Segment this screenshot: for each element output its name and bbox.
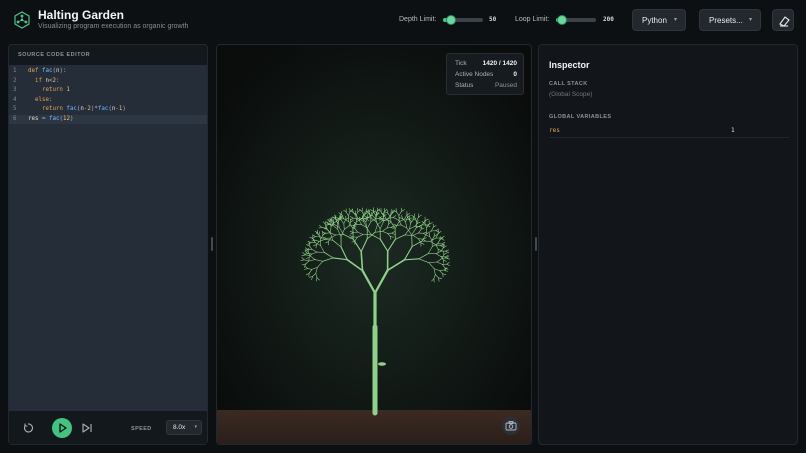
depth-limit-knob[interactable] — [446, 15, 456, 25]
garden-scene — [217, 45, 531, 444]
presets-label: Presets... — [709, 15, 743, 25]
active-nodes-label: Active Nodes — [455, 71, 494, 78]
line-number: 4 — [13, 96, 17, 103]
depth-limit-label: Depth Limit: — [399, 16, 437, 23]
depth-limit-value: 50 — [489, 16, 497, 23]
chevron-down-icon: ▾ — [194, 424, 197, 430]
play-icon — [59, 423, 67, 433]
step-forward-icon[interactable] — [81, 422, 93, 434]
tick-row: Tick 1420 / 1420 — [455, 60, 517, 70]
snapshot-button[interactable] — [502, 417, 520, 435]
loop-limit-value: 200 — [603, 16, 614, 23]
leaf — [378, 362, 386, 366]
line-number: 5 — [13, 106, 17, 112]
play-button[interactable] — [52, 418, 72, 438]
line-number: 6 — [13, 115, 17, 122]
variable-row: res 1 — [549, 127, 789, 137]
clear-button[interactable] — [772, 9, 794, 31]
resize-handle-left[interactable] — [211, 237, 213, 251]
editor-heading: SOURCE CODE EDITOR — [18, 52, 91, 58]
global-variables-heading: GLOBAL VARIABLES — [549, 114, 612, 120]
depth-limit-slider[interactable] — [443, 15, 483, 25]
resize-handle-right[interactable] — [535, 237, 537, 251]
inspector-title: Inspector — [549, 60, 590, 70]
source-editor-panel: SOURCE CODE EDITOR 1 def fac(n): 2 if n<… — [8, 44, 208, 445]
chevron-down-icon: ▾ — [748, 17, 752, 23]
speed-label: SPEED — [131, 426, 152, 432]
variable-value: 1 — [731, 127, 735, 134]
language-value: Python — [642, 15, 667, 25]
inspector-panel: Inspector CALL STACK (Global Scope) GLOB… — [538, 44, 798, 445]
code-line[interactable]: 5 return fac(n-2)*fac(n-1) — [9, 105, 207, 115]
variable-name: res — [549, 127, 560, 134]
speed-select[interactable]: 8.0x ▾ — [166, 420, 202, 435]
code-line[interactable]: 1 def fac(n): — [9, 67, 207, 77]
code-text: if n<2: — [34, 77, 60, 84]
line-number: 1 — [13, 68, 17, 74]
code-line[interactable]: 4 else: — [9, 96, 207, 106]
code-text: res = fac(12) — [28, 115, 74, 122]
call-stack-heading: CALL STACK — [549, 81, 588, 87]
code-line-active[interactable]: 6 res = fac(12) — [9, 114, 207, 124]
status-value: Paused — [494, 82, 517, 89]
loop-limit-label: Loop Limit: — [515, 16, 550, 23]
code-text: else: — [34, 96, 53, 103]
garden-canvas[interactable]: Tick 1420 / 1420 Active Nodes 0 Status P… — [216, 44, 532, 445]
call-stack-scope: (Global Scope) — [549, 91, 593, 98]
line-number: 3 — [13, 87, 17, 93]
language-select[interactable]: Python ▾ — [632, 9, 686, 31]
reset-icon[interactable] — [22, 422, 34, 434]
execution-stats: Tick 1420 / 1420 Active Nodes 0 Status P… — [446, 53, 524, 95]
speed-value: 8.0x — [173, 424, 186, 431]
line-number: 2 — [13, 77, 17, 84]
app-subtitle: Visualizing program execution as organic… — [38, 23, 189, 30]
presets-select[interactable]: Presets... ▾ — [699, 9, 761, 31]
hexagon-network-icon — [14, 11, 30, 29]
loop-limit-slider[interactable] — [556, 15, 596, 25]
code-text: return fac(n-2)*fac(n-1) — [41, 106, 126, 112]
active-nodes-row: Active Nodes 0 — [455, 71, 517, 81]
app-title: Halting Garden — [38, 8, 125, 22]
loop-limit-knob[interactable] — [557, 15, 567, 25]
code-text: def fac(n): — [28, 68, 67, 74]
active-nodes-value: 0 — [513, 71, 517, 78]
camera-icon — [505, 421, 517, 431]
code-line[interactable]: 3 return 1 — [9, 86, 207, 96]
status-row: Status Paused — [455, 82, 517, 92]
app-header: Halting Garden Visualizing program execu… — [0, 0, 806, 40]
tick-label: Tick — [455, 60, 467, 67]
eraser-icon — [779, 16, 790, 27]
tick-value: 1420 / 1420 — [482, 60, 517, 67]
code-text: return 1 — [41, 87, 70, 93]
variable-divider — [549, 137, 789, 138]
playback-controls: SPEED 8.0x ▾ — [9, 411, 207, 444]
status-label: Status — [455, 82, 474, 89]
chevron-down-icon: ▾ — [673, 17, 677, 23]
code-editor[interactable]: 1 def fac(n): 2 if n<2: 3 return 1 4 els… — [9, 65, 207, 411]
code-line[interactable]: 2 if n<2: — [9, 77, 207, 87]
